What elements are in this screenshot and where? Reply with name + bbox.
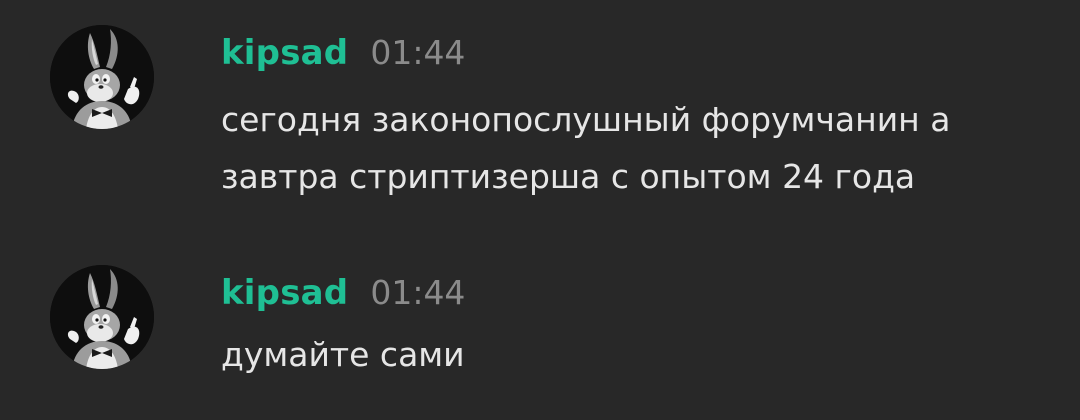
bugs-bunny-avatar-icon[interactable]: [50, 265, 154, 369]
message-item: kipsad 01:44 сегодня законопослушный фору…: [0, 0, 1080, 220]
bugs-bunny-avatar-icon[interactable]: [50, 25, 154, 129]
message-header: kipsad 01:44: [221, 30, 465, 76]
message-text: сегодня законопослушный форумчанин а зав…: [221, 100, 951, 196]
message-item: kipsad 01:44 думайте сами: [0, 240, 1080, 400]
message-text: думайте сами: [221, 335, 465, 374]
username-link[interactable]: kipsad: [221, 33, 348, 73]
timestamp: 01:44: [370, 33, 466, 72]
timestamp: 01:44: [370, 273, 466, 312]
username-link[interactable]: kipsad: [221, 273, 348, 313]
message-header: kipsad 01:44: [221, 270, 465, 316]
chat-log: kipsad 01:44 сегодня законопослушный фору…: [0, 0, 1080, 420]
